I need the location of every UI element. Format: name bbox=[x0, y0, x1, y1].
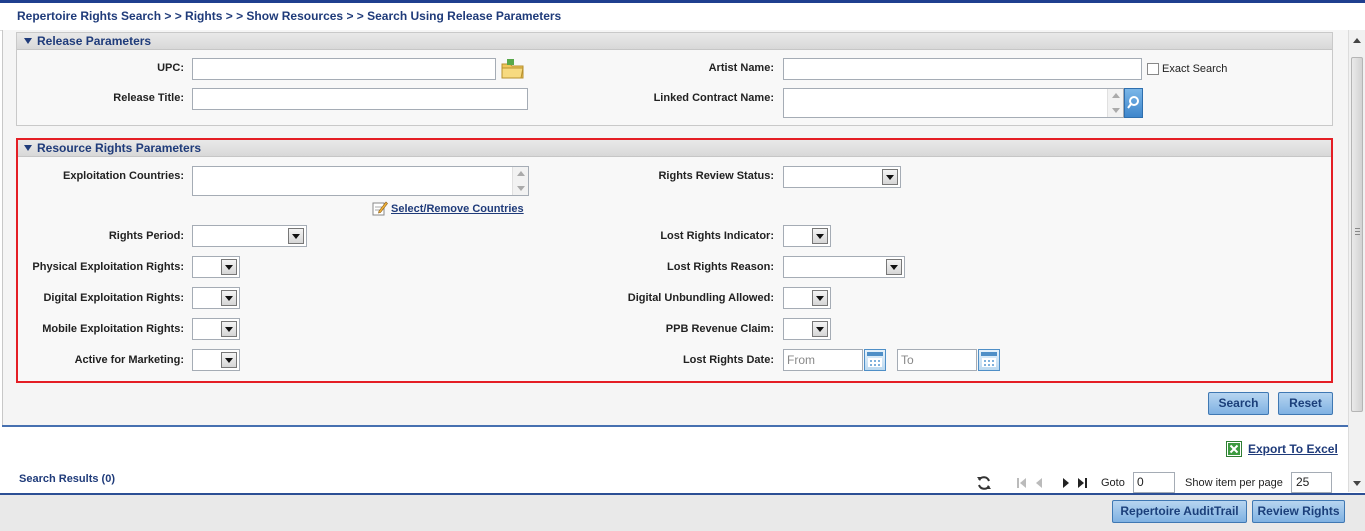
lost-rights-indicator-select[interactable] bbox=[783, 225, 831, 247]
next-page-icon[interactable] bbox=[1060, 477, 1072, 489]
results-divider bbox=[2, 425, 1348, 427]
dropdown-arrow-icon[interactable] bbox=[221, 259, 237, 275]
scroll-up-icon[interactable] bbox=[1353, 38, 1361, 43]
goto-page-input[interactable]: 0 bbox=[1133, 472, 1175, 493]
active-for-marketing-label: Active for Marketing: bbox=[74, 354, 184, 366]
release-title-label: Release Title: bbox=[113, 92, 184, 104]
lost-rights-date-from-input[interactable]: From bbox=[783, 349, 863, 371]
rights-review-status-label: Rights Review Status: bbox=[658, 170, 774, 182]
scrollbar-thumb[interactable] bbox=[1351, 57, 1363, 412]
calendar-icon[interactable] bbox=[978, 349, 1000, 371]
upc-label: UPC: bbox=[157, 62, 184, 74]
dropdown-arrow-icon[interactable] bbox=[812, 290, 828, 306]
textarea-scrollbar[interactable] bbox=[1107, 89, 1123, 117]
previous-page-icon[interactable] bbox=[1033, 477, 1045, 489]
scroll-down-icon[interactable] bbox=[1353, 481, 1361, 486]
dropdown-arrow-icon[interactable] bbox=[812, 228, 828, 244]
mobile-exploitation-rights-label: Mobile Exploitation Rights: bbox=[42, 323, 184, 335]
artist-name-label: Artist Name: bbox=[708, 62, 774, 74]
refresh-icon[interactable] bbox=[976, 475, 992, 491]
lost-rights-indicator-label: Lost Rights Indicator: bbox=[660, 230, 774, 242]
dropdown-arrow-icon[interactable] bbox=[882, 169, 898, 185]
exploitation-countries-label: Exploitation Countries: bbox=[63, 170, 184, 182]
upc-input[interactable] bbox=[192, 58, 496, 80]
physical-exploitation-rights-select[interactable] bbox=[192, 256, 240, 278]
release-parameters-title: Release Parameters bbox=[37, 34, 152, 48]
reset-button[interactable]: Reset bbox=[1278, 392, 1333, 415]
calendar-icon[interactable] bbox=[864, 349, 886, 371]
dropdown-arrow-icon[interactable] bbox=[221, 352, 237, 368]
textarea-scrollbar[interactable] bbox=[512, 167, 528, 195]
search-results-title: Search Results (0) bbox=[19, 473, 115, 485]
edit-icon[interactable] bbox=[372, 200, 388, 216]
select-remove-countries-link[interactable]: Select/Remove Countries bbox=[391, 203, 524, 215]
digital-unbundling-allowed-label: Digital Unbundling Allowed: bbox=[627, 292, 774, 304]
first-page-icon[interactable] bbox=[1016, 477, 1028, 489]
linked-contract-name-label: Linked Contract Name: bbox=[653, 92, 774, 104]
search-button[interactable]: Search bbox=[1208, 392, 1269, 415]
review-rights-button[interactable]: Review Rights bbox=[1252, 500, 1345, 523]
goto-label: Goto bbox=[1101, 477, 1125, 489]
excel-icon[interactable] bbox=[1226, 441, 1242, 457]
dropdown-arrow-icon[interactable] bbox=[221, 290, 237, 306]
release-parameters-header[interactable]: Release Parameters bbox=[17, 33, 1332, 50]
folder-icon[interactable] bbox=[501, 58, 525, 80]
repertoire-audit-trail-button[interactable]: Repertoire AuditTrail bbox=[1112, 500, 1247, 523]
last-page-icon[interactable] bbox=[1076, 477, 1088, 489]
lost-rights-reason-select[interactable] bbox=[783, 256, 905, 278]
search-icon[interactable] bbox=[1124, 88, 1143, 118]
dropdown-arrow-icon[interactable] bbox=[221, 321, 237, 337]
release-title-input[interactable] bbox=[192, 88, 528, 110]
ppb-revenue-claim-select[interactable] bbox=[783, 318, 831, 340]
artist-name-input[interactable] bbox=[783, 58, 1142, 80]
page-scrollbar[interactable] bbox=[1348, 30, 1365, 492]
rights-review-status-select[interactable] bbox=[783, 166, 901, 188]
active-for-marketing-select[interactable] bbox=[192, 349, 240, 371]
rights-period-label: Rights Period: bbox=[108, 230, 184, 242]
lost-rights-date-to-input[interactable]: To bbox=[897, 349, 977, 371]
breadcrumb[interactable]: Repertoire Rights Search > > Rights > > … bbox=[17, 9, 561, 23]
items-per-page-input[interactable]: 25 bbox=[1291, 472, 1332, 493]
dropdown-arrow-icon[interactable] bbox=[886, 259, 902, 275]
lost-rights-date-label: Lost Rights Date: bbox=[682, 354, 774, 366]
ppb-revenue-claim-label: PPB Revenue Claim: bbox=[665, 323, 774, 335]
linked-contract-name-input[interactable] bbox=[783, 88, 1124, 118]
exact-search-checkbox[interactable] bbox=[1147, 63, 1159, 75]
lost-rights-reason-label: Lost Rights Reason: bbox=[667, 261, 774, 273]
exploitation-countries-input[interactable] bbox=[192, 166, 529, 196]
mobile-exploitation-rights-select[interactable] bbox=[192, 318, 240, 340]
physical-exploitation-rights-label: Physical Exploitation Rights: bbox=[32, 261, 184, 273]
digital-exploitation-rights-label: Digital Exploitation Rights: bbox=[43, 292, 184, 304]
digital-exploitation-rights-select[interactable] bbox=[192, 287, 240, 309]
items-per-page-label: Show item per page bbox=[1185, 477, 1283, 489]
dropdown-arrow-icon[interactable] bbox=[812, 321, 828, 337]
dropdown-arrow-icon[interactable] bbox=[288, 228, 304, 244]
rights-period-select[interactable] bbox=[192, 225, 307, 247]
digital-unbundling-allowed-select[interactable] bbox=[783, 287, 831, 309]
exact-search-label: Exact Search bbox=[1162, 63, 1228, 75]
top-accent-bar bbox=[0, 0, 1365, 3]
export-to-excel-link[interactable]: Export To Excel bbox=[1248, 442, 1338, 456]
collapse-triangle-icon[interactable] bbox=[24, 38, 32, 44]
